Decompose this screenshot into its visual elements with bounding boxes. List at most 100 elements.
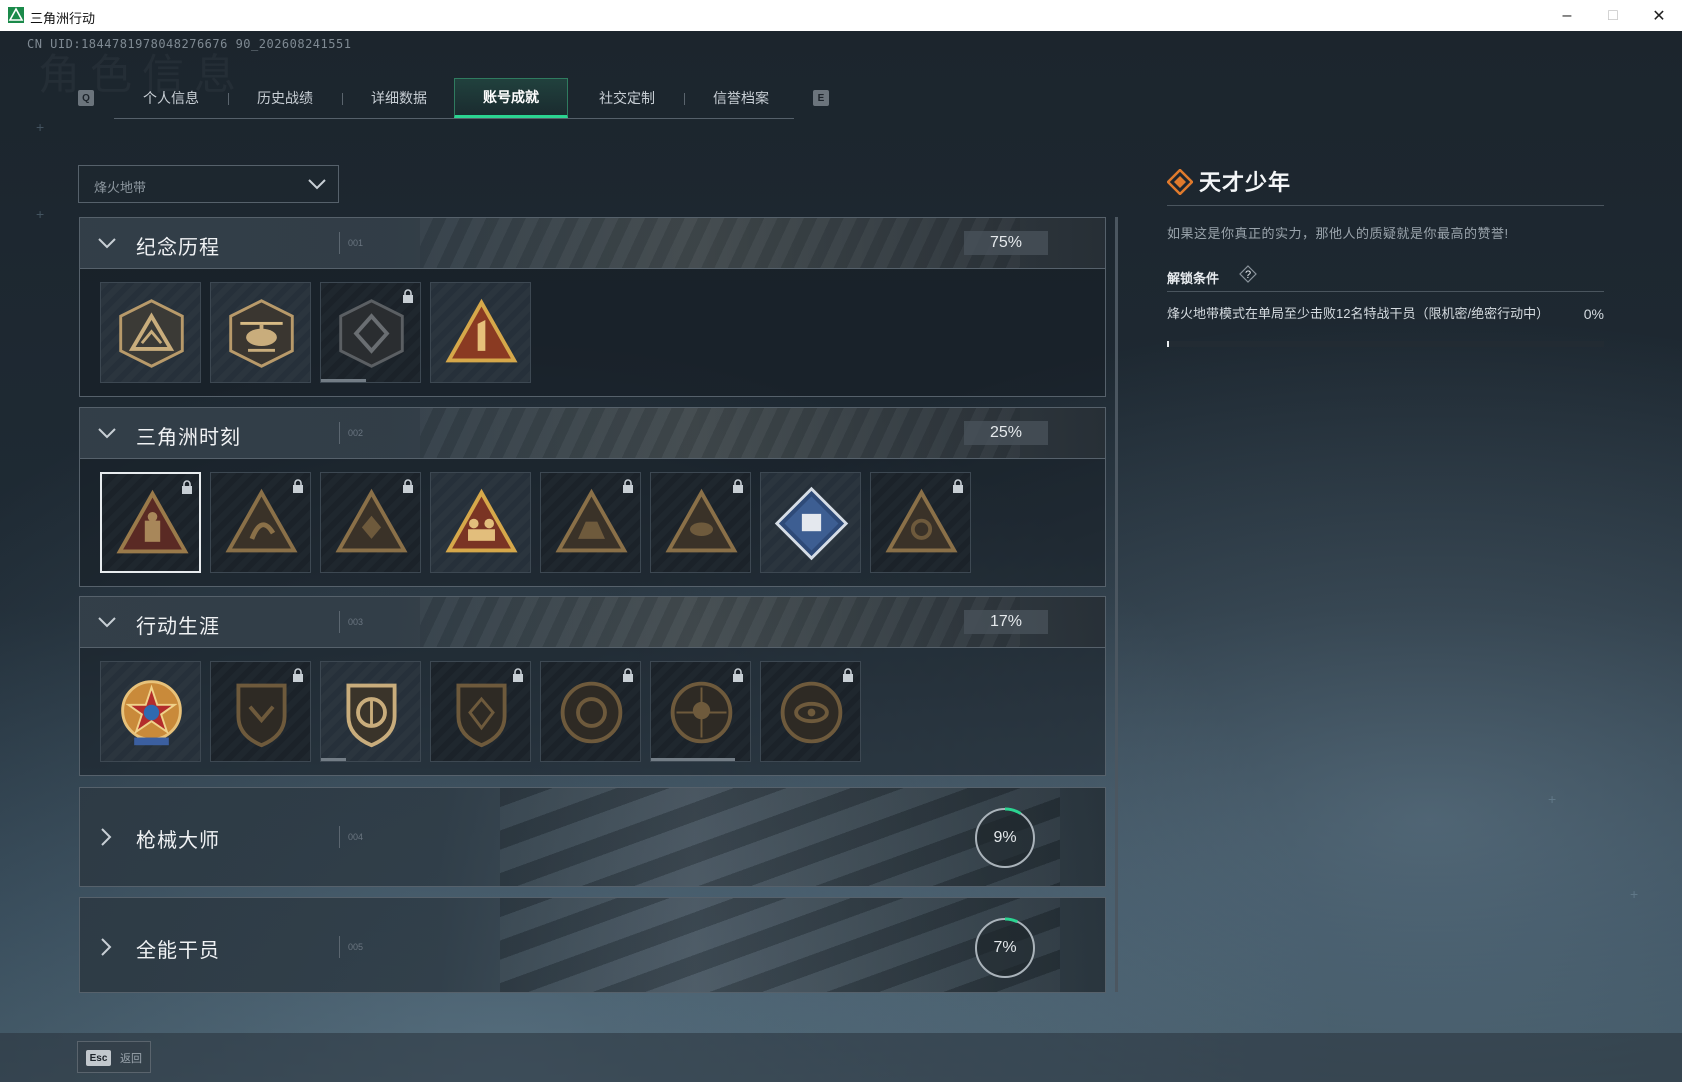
esc-key-icon: Esc <box>86 1050 111 1066</box>
achievement-badge[interactable] <box>210 661 311 762</box>
tab-social[interactable]: 社交定制 <box>570 78 684 118</box>
beast-triangle-badge-icon <box>555 488 628 553</box>
achievement-description: 如果这是你真正的实力，那他人的质疑就是你最高的赞誉! <box>1167 226 1509 241</box>
ring-seal-badge-icon <box>560 681 623 744</box>
achievement-badge[interactable] <box>100 661 201 762</box>
tab-prev-key[interactable]: Q <box>78 90 94 106</box>
divider <box>1167 291 1604 292</box>
close-icon: ✕ <box>1652 7 1666 25</box>
achievement-badge[interactable] <box>430 472 531 573</box>
tab-detailed-data[interactable]: 详细数据 <box>342 78 456 118</box>
lock-icon <box>733 479 743 493</box>
section-percent: 9% <box>993 829 1017 846</box>
section-percent: 17% <box>964 610 1048 634</box>
section-number: 004 <box>348 832 364 842</box>
tab-personal-info[interactable]: 个人信息 <box>114 78 228 118</box>
tab-next-key[interactable]: E <box>813 90 829 106</box>
section-divider <box>339 826 340 848</box>
crosshair-deco-icon: + <box>36 119 45 135</box>
section-header[interactable]: 纪念历程 001 75% <box>80 218 1105 269</box>
achievement-badge[interactable] <box>870 472 971 573</box>
tab-account-achievements[interactable]: 账号成就 <box>454 78 568 118</box>
achievement-badge[interactable] <box>760 472 861 573</box>
figure-triangle-badge-icon <box>116 489 189 554</box>
list-scrollbar[interactable] <box>1115 217 1118 992</box>
achievement-badge[interactable] <box>760 661 861 762</box>
achievement-badge[interactable] <box>320 282 421 383</box>
achievement-badge[interactable] <box>540 472 641 573</box>
achievement-badge[interactable] <box>650 472 751 573</box>
section-career: 行动生涯 003 17% <box>79 596 1106 776</box>
section-divider <box>339 232 340 254</box>
crosshair-deco-icon: + <box>1630 886 1639 902</box>
achievement-badge[interactable] <box>210 282 311 383</box>
runner-triangle-badge-icon <box>225 488 298 553</box>
achievement-title: 天才少年 <box>1199 170 1292 195</box>
section-divider <box>339 936 340 958</box>
crosshair-deco-icon: + <box>1548 791 1557 807</box>
section-title: 枪械大师 <box>136 830 220 852</box>
achievement-badge[interactable] <box>430 282 531 383</box>
chevron-down-icon <box>98 428 116 439</box>
window-titlebar: 三角洲行动 – □ ✕ <box>0 0 1682 32</box>
chevron-down-icon <box>98 238 116 249</box>
star-crest-badge-icon <box>121 680 182 746</box>
section-divider <box>339 611 340 633</box>
mode-select-value: 烽火地带 <box>94 180 147 195</box>
triangle-mountain-badge-icon <box>119 299 184 368</box>
section-all-round-operator[interactable]: 全能干员 005 7% <box>79 897 1106 993</box>
divider <box>1167 205 1604 206</box>
number-one-badge-icon <box>445 298 518 363</box>
lock-icon <box>953 479 963 493</box>
achievement-badge[interactable] <box>540 661 641 762</box>
tab-history[interactable]: 历史战绩 <box>228 78 342 118</box>
section-header[interactable]: 行动生涯 003 17% <box>80 597 1105 648</box>
fish-triangle-badge-icon <box>665 488 738 553</box>
achievement-badge[interactable] <box>320 472 421 573</box>
section-divider <box>339 422 340 444</box>
mode-select[interactable]: 烽火地带 <box>78 165 339 203</box>
achievement-badge[interactable] <box>430 661 531 762</box>
help-icon[interactable]: ? <box>1239 265 1257 283</box>
lock-icon <box>182 480 192 494</box>
achievement-badge[interactable] <box>320 661 421 762</box>
close-button[interactable]: ✕ <box>1636 0 1682 31</box>
achievement-badge[interactable] <box>210 472 311 573</box>
achievement-badge[interactable] <box>100 282 201 383</box>
section-title: 三角洲时刻 <box>136 427 241 449</box>
badge-progress-bar <box>651 758 736 761</box>
achievement-badge[interactable] <box>650 661 751 762</box>
tab-reputation[interactable]: 信誉档案 <box>684 78 798 118</box>
minimize-icon: – <box>1562 6 1572 24</box>
lock-icon <box>293 479 303 493</box>
game-view: 角色信息 CN UID:1844781978048276676 90_20260… <box>0 31 1682 1082</box>
lock-icon <box>513 668 523 682</box>
lock-icon <box>623 668 633 682</box>
section-title: 行动生涯 <box>136 616 220 638</box>
lock-icon <box>843 668 853 682</box>
bottom-bar <box>0 1033 1682 1082</box>
back-label: 返回 <box>120 1053 142 1065</box>
lock-icon <box>293 668 303 682</box>
compass-shield-badge-icon <box>346 683 397 748</box>
progress-ring: 9% <box>972 805 1038 871</box>
unlock-progress-bar <box>1167 341 1604 347</box>
maximize-button[interactable]: □ <box>1590 0 1636 31</box>
badge-progress-bar <box>321 379 366 382</box>
chevron-down-icon <box>98 617 116 628</box>
tab-bar: 个人信息 历史战绩 详细数据 账号成就 社交定制 信誉档案 <box>114 78 794 119</box>
section-percent: 75% <box>964 231 1048 255</box>
minimize-button[interactable]: – <box>1544 0 1590 31</box>
achievement-badge[interactable] <box>100 472 201 573</box>
section-number: 003 <box>348 617 364 627</box>
back-button[interactable]: Esc 返回 <box>77 1041 151 1073</box>
section-banner-art <box>420 218 1020 268</box>
chevron-right-icon <box>101 828 112 846</box>
section-header[interactable]: 三角洲时刻 002 25% <box>80 408 1105 459</box>
crate-diamond-badge-icon <box>774 486 849 561</box>
maximize-icon: □ <box>1608 6 1618 24</box>
lock-icon <box>733 668 743 682</box>
section-weapon-master[interactable]: 枪械大师 004 9% <box>79 787 1106 887</box>
badge-progress-bar <box>321 758 346 761</box>
svg-text:?: ? <box>1245 269 1251 281</box>
